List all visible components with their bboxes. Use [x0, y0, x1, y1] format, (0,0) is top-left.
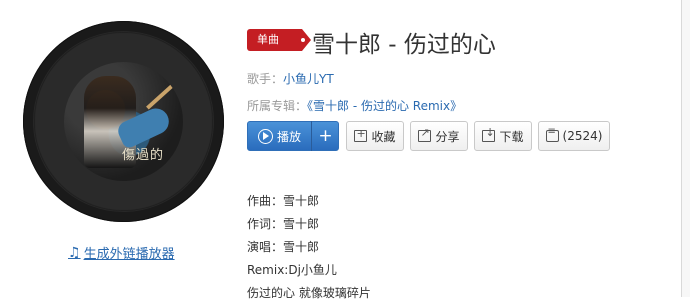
artist-label: 歌手：	[247, 72, 284, 86]
cover-text: 傷過的	[122, 148, 165, 163]
lyric-line: 伤过的心 就像玻璃碎片	[247, 286, 371, 300]
page-right-edge	[681, 0, 690, 297]
cover-guitar-neck	[146, 78, 180, 110]
external-player-label: 生成外链播放器	[83, 247, 175, 262]
lyric-line: Remix:Dj小鱼儿	[247, 263, 337, 277]
share-label: 分享	[435, 129, 460, 144]
vinyl-record: 傷過的	[23, 21, 224, 222]
collect-button[interactable]: 收藏	[346, 121, 404, 151]
comment-button[interactable]: (2524)	[538, 121, 610, 151]
music-note-icon: ♫	[68, 244, 81, 261]
album-row: 所属专辑：《雪十郎 - 伤过的心 Remix》	[247, 97, 462, 114]
artist-link[interactable]: 小鱼儿YT	[283, 72, 334, 86]
download-label: 下载	[499, 129, 524, 144]
song-title: 雪十郎 - 伤过的心	[312, 32, 496, 58]
album-link[interactable]: 《雪十郎 - 伤过的心 Remix》	[307, 99, 462, 113]
lyric-line: 演唱：雪十郎	[247, 240, 320, 254]
collect-icon	[354, 127, 368, 142]
play-label: 播放	[277, 129, 302, 144]
add-to-playlist-button[interactable]: +	[312, 121, 339, 151]
album-cover[interactable]: 傷過的	[64, 62, 183, 181]
album-label: 所属专辑：	[247, 99, 308, 113]
lyric-line: 作曲：雪十郎	[247, 194, 320, 208]
single-tag: 单曲	[247, 29, 311, 51]
play-icon	[258, 128, 273, 144]
comment-count: (2524)	[562, 129, 603, 143]
share-icon	[418, 126, 432, 142]
single-tag-label: 单曲	[257, 33, 279, 46]
artist-row: 歌手：小鱼儿YT	[247, 70, 334, 87]
download-icon	[482, 126, 496, 142]
lyric-line: 作词：雪十郎	[247, 217, 320, 231]
share-button[interactable]: 分享	[410, 121, 468, 151]
download-button[interactable]: 下载	[474, 121, 532, 151]
external-player-link[interactable]: ♫ 生成外链播放器	[68, 243, 175, 263]
comment-icon	[545, 126, 559, 142]
collect-label: 收藏	[371, 129, 396, 144]
tag-dot-icon	[301, 38, 305, 42]
